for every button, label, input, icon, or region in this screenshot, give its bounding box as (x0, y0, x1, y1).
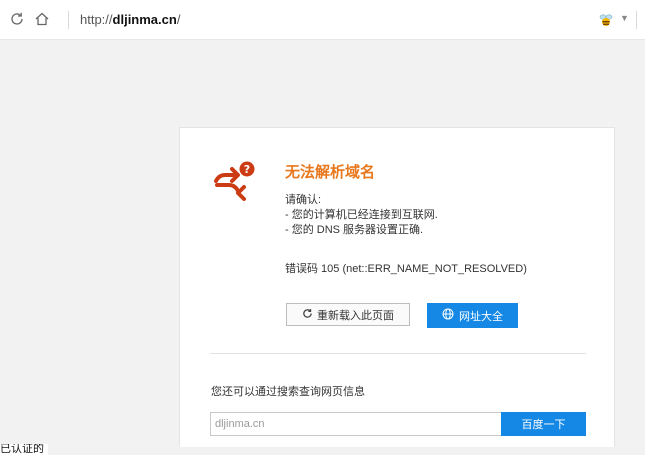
divider (210, 353, 586, 354)
toolbar-separator (68, 11, 69, 29)
reload-label: 重新载入此页面 (317, 309, 394, 322)
refresh-icon[interactable] (8, 10, 26, 28)
url-suffix: / (176, 12, 181, 27)
confirm-list: 请确认: - 您的计算机已经连接到互联网. - 您的 DNS 服务器设置正确. (285, 193, 438, 238)
globe-icon (442, 308, 454, 323)
confirm-item: - 您的 DNS 服务器设置正确. (285, 224, 424, 236)
broken-link-error-icon: ? (211, 160, 257, 202)
reload-icon (302, 308, 313, 322)
confirm-item: - 您的计算机已经连接到互联网. (285, 209, 438, 221)
status-text: 已认证的 (0, 444, 48, 455)
search-button[interactable]: 百度一下 (501, 412, 586, 436)
search-hint: 您还可以通过搜索查询网页信息 (211, 386, 365, 398)
address-bar[interactable]: http://dljinma.cn/ (80, 12, 180, 27)
search-input[interactable] (210, 412, 501, 436)
svg-text:?: ? (244, 163, 250, 176)
browser-toolbar: http://dljinma.cn/ ▼ (0, 0, 645, 40)
error-card: ? 无法解析域名 请确认: - 您的计算机已经连接到互联网. - 您的 DNS … (179, 127, 615, 447)
confirm-heading: 请确认: (285, 194, 322, 206)
url-prefix: http:// (80, 12, 113, 27)
reload-button[interactable]: 重新载入此页面 (286, 303, 410, 326)
home-icon[interactable] (33, 10, 51, 28)
chevron-down-icon[interactable]: ▼ (620, 13, 629, 23)
toolbar-separator (636, 11, 637, 29)
error-title: 无法解析域名 (285, 164, 376, 181)
site-directory-label: 网址大全 (459, 310, 503, 323)
bee-extension-icon[interactable] (598, 12, 614, 28)
site-directory-button[interactable]: 网址大全 (427, 303, 518, 328)
error-code: 错误码 105 (net::ERR_NAME_NOT_RESOLVED) (285, 263, 527, 275)
url-host: dljinma.cn (112, 12, 177, 27)
